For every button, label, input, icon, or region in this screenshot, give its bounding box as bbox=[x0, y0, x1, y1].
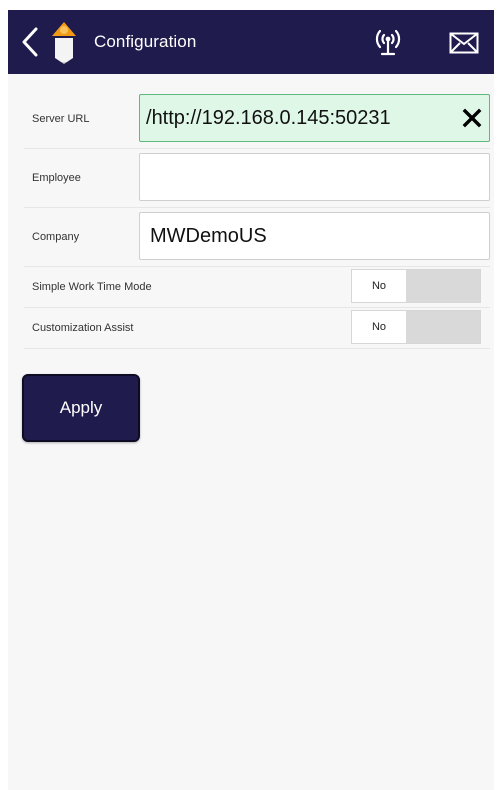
chevron-left-icon bbox=[22, 27, 38, 57]
server-url-field[interactable]: http://192.168.0.145:50231/ bbox=[139, 94, 490, 142]
envelope-icon bbox=[449, 32, 479, 54]
toggle-track bbox=[406, 270, 480, 302]
page-title: Configuration bbox=[94, 32, 197, 51]
customization-assist-row: Customization Assist No bbox=[24, 308, 490, 349]
company-row: Company MWDemoUS bbox=[24, 208, 490, 267]
back-button[interactable] bbox=[14, 22, 46, 62]
clear-server-url-button[interactable] bbox=[455, 98, 489, 138]
company-value[interactable]: MWDemoUS bbox=[140, 225, 489, 248]
employee-label: Employee bbox=[32, 172, 81, 184]
toggle-track bbox=[406, 311, 480, 343]
app-screen: Configuration Server URL http://192.168.… bbox=[8, 10, 494, 790]
close-icon bbox=[462, 108, 482, 128]
configuration-form: Server URL http://192.168.0.145:50231/ E… bbox=[24, 90, 490, 349]
customization-assist-value: No bbox=[352, 311, 406, 343]
apply-button[interactable]: Apply bbox=[22, 374, 140, 442]
customization-assist-toggle[interactable]: No bbox=[351, 310, 481, 344]
app-bar: Configuration bbox=[8, 10, 494, 74]
mail-button[interactable] bbox=[444, 26, 484, 60]
simple-work-time-mode-row: Simple Work Time Mode No bbox=[24, 267, 490, 308]
wireless-signal-icon bbox=[375, 29, 401, 56]
server-url-label: Server URL bbox=[32, 113, 90, 125]
company-field[interactable]: MWDemoUS bbox=[139, 212, 490, 260]
simple-work-time-mode-value: No bbox=[352, 270, 406, 302]
app-logo-icon bbox=[52, 22, 76, 64]
signal-button[interactable] bbox=[368, 24, 408, 60]
company-label: Company bbox=[32, 231, 80, 243]
customization-assist-label: Customization Assist bbox=[32, 322, 134, 334]
server-url-value[interactable]: http://192.168.0.145:50231/ bbox=[140, 107, 455, 130]
employee-field[interactable] bbox=[139, 153, 490, 201]
employee-row: Employee bbox=[24, 149, 490, 208]
simple-work-time-mode-toggle[interactable]: No bbox=[351, 269, 481, 303]
simple-work-time-mode-label: Simple Work Time Mode bbox=[32, 281, 152, 293]
server-url-row: Server URL http://192.168.0.145:50231/ bbox=[24, 90, 490, 149]
app-logo bbox=[50, 20, 78, 64]
